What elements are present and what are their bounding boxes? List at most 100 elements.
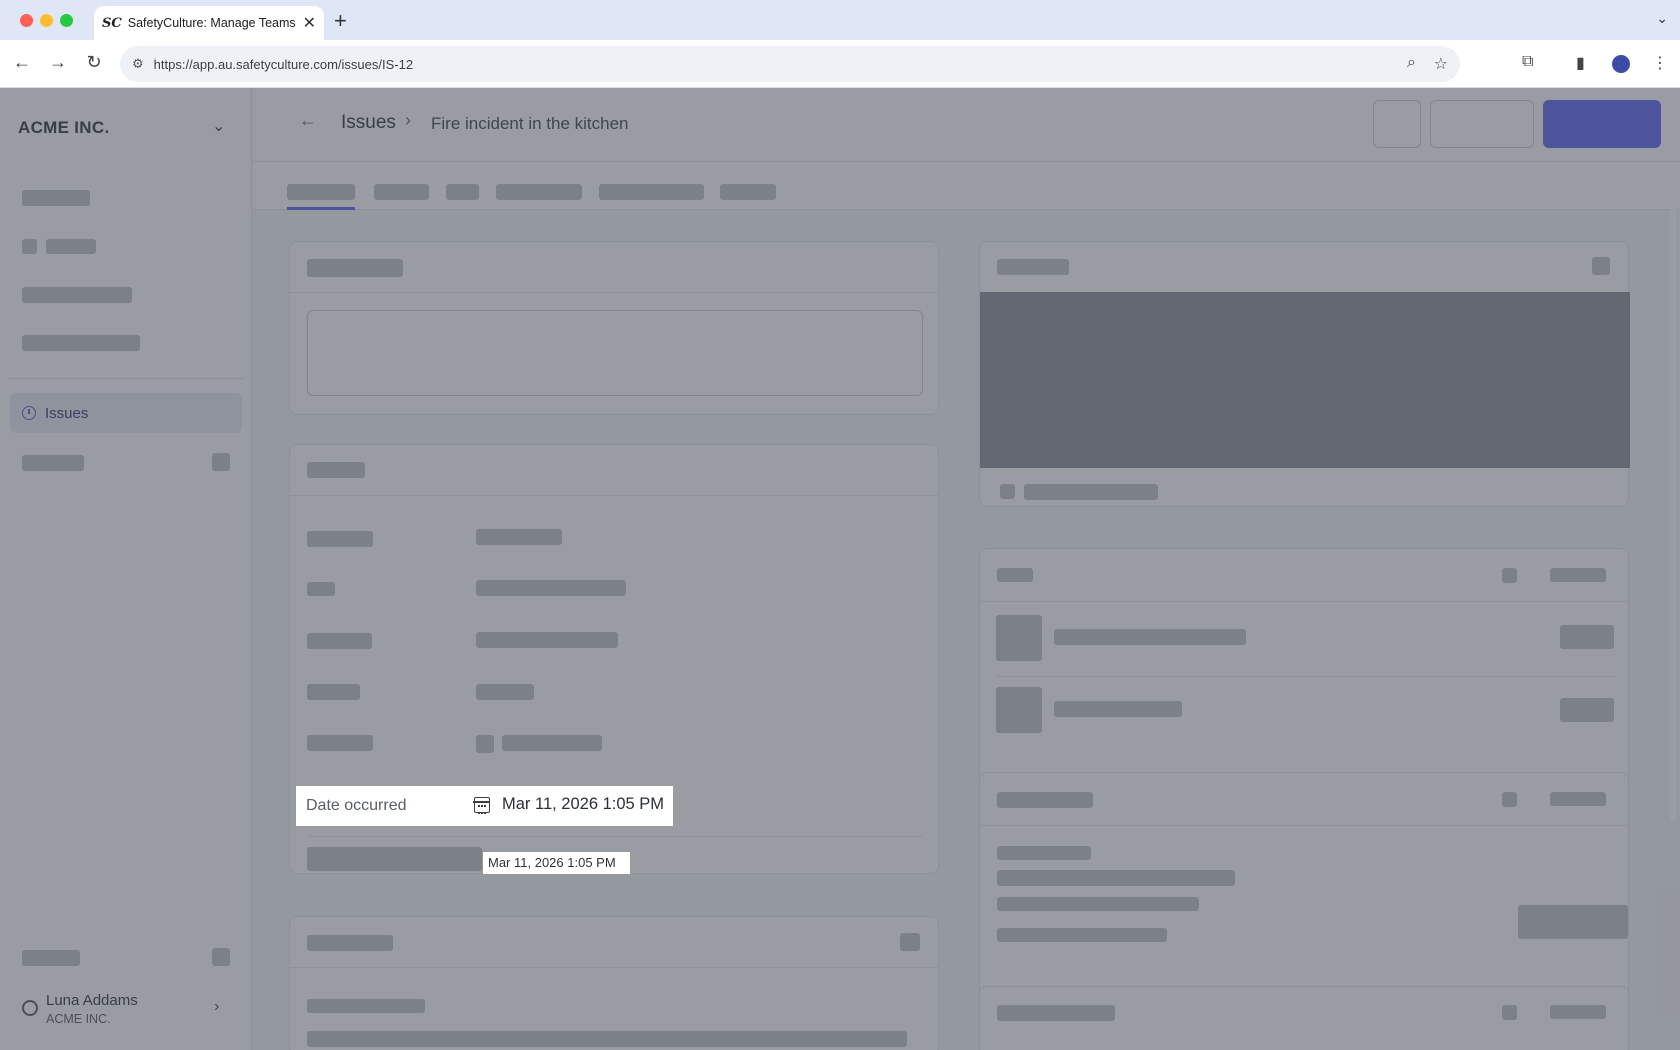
browser-tab[interactable]: SC SafetyCulture: Manage Teams and... ✕ xyxy=(94,6,324,40)
bookmark-star-icon[interactable]: ☆ xyxy=(1434,54,1448,74)
address-bar[interactable]: ⚙ https://app.au.safetyculture.com/issue… xyxy=(120,46,1460,82)
related-line-placeholder xyxy=(997,846,1091,860)
tab-placeholder[interactable] xyxy=(446,184,479,200)
forward-icon[interactable]: → xyxy=(46,52,70,73)
card-action-placeholder-icon[interactable] xyxy=(1592,257,1610,275)
browser-toolbar: ← → ↻ ⚙ https://app.au.safetyculture.com… xyxy=(0,40,1680,88)
media-card xyxy=(979,241,1630,507)
card-divider xyxy=(980,601,1630,602)
sidebar-item-placeholder-icon xyxy=(212,453,230,471)
card-action-placeholder[interactable] xyxy=(1550,792,1606,806)
detail-value-placeholder[interactable] xyxy=(476,529,562,545)
extra-card xyxy=(979,986,1629,1050)
sidebar: ACME INC. ⌄ Issues Luna Addams ACME INC.… xyxy=(0,88,252,1050)
card-divider xyxy=(290,967,940,968)
close-window-button[interactable] xyxy=(20,14,33,27)
issues-icon xyxy=(22,406,36,420)
tab-placeholder[interactable] xyxy=(374,184,429,200)
related-line-placeholder xyxy=(997,928,1167,942)
card-action-placeholder-icon[interactable] xyxy=(1502,1005,1517,1020)
sidebar-item-issues[interactable]: Issues xyxy=(10,393,242,433)
sidebar-item-placeholder[interactable] xyxy=(46,239,96,254)
zoom-icon[interactable]: ⌕ xyxy=(1407,54,1416,72)
description-card xyxy=(289,241,940,415)
profile-avatar-icon[interactable] xyxy=(1612,55,1630,73)
sidebar-item-placeholder[interactable] xyxy=(22,335,140,351)
secondary-action-button[interactable] xyxy=(1430,100,1534,148)
primary-action-button[interactable] xyxy=(1543,100,1661,148)
new-tab-icon[interactable]: + xyxy=(334,8,347,34)
media-caption-placeholder xyxy=(1024,484,1158,500)
sidebar-item-placeholder[interactable] xyxy=(22,455,84,471)
activity-line-placeholder xyxy=(307,1031,907,1047)
calendar-icon xyxy=(473,797,490,814)
card-title-placeholder xyxy=(997,1005,1115,1021)
page-scrollbar[interactable] xyxy=(1670,206,1676,822)
card-action-placeholder[interactable] xyxy=(1550,1005,1606,1019)
sidebar-item-placeholder[interactable] xyxy=(22,950,80,966)
tab-placeholder[interactable] xyxy=(496,184,582,200)
person-name-placeholder xyxy=(1054,701,1182,717)
detail-label-placeholder xyxy=(307,582,335,596)
person-action-placeholder[interactable] xyxy=(1560,625,1614,649)
more-menu-icon[interactable]: ⋮ xyxy=(1652,53,1668,73)
related-action-placeholder[interactable] xyxy=(1518,905,1628,939)
date-occurred-field[interactable]: Date occurred Mar 11, 2026 1:05 PM xyxy=(296,786,673,826)
description-input[interactable] xyxy=(307,310,923,396)
media-caption-icon xyxy=(1000,484,1015,499)
minimize-window-button[interactable] xyxy=(40,14,53,27)
activity-line-placeholder xyxy=(307,999,425,1013)
back-icon[interactable]: ← xyxy=(10,52,34,73)
reload-icon[interactable]: ↻ xyxy=(82,52,106,73)
back-arrow-icon[interactable]: ← xyxy=(299,110,317,131)
card-action-placeholder-icon[interactable] xyxy=(1502,792,1517,807)
detail-label-placeholder xyxy=(307,847,482,871)
tab-search-chevron-icon[interactable]: ⌄ xyxy=(1656,10,1668,27)
safetyculture-favicon-icon: SC xyxy=(102,15,122,31)
page-header: ← Issues › Fire incident in the kitchen xyxy=(253,88,1680,162)
breadcrumb-separator-icon: › xyxy=(405,110,411,130)
breadcrumb-issues[interactable]: Issues xyxy=(341,112,396,134)
sidebar-divider xyxy=(8,378,244,379)
tab-title: SafetyCulture: Manage Teams and... xyxy=(127,16,299,30)
detail-value-placeholder-icon xyxy=(476,735,494,753)
related-line-placeholder xyxy=(997,870,1235,886)
sidebar-item-placeholder[interactable] xyxy=(22,287,132,303)
card-action-placeholder[interactable] xyxy=(1550,568,1606,582)
detail-value-placeholder[interactable] xyxy=(502,735,602,751)
card-action-placeholder-icon[interactable] xyxy=(1502,568,1517,583)
person-action-placeholder[interactable] xyxy=(1560,698,1614,722)
extensions-icon[interactable]: ⧉ xyxy=(1522,53,1533,71)
media-preview[interactable] xyxy=(980,292,1630,468)
detail-value-placeholder[interactable] xyxy=(476,580,626,596)
org-chevron-down-icon[interactable]: ⌄ xyxy=(212,116,225,136)
related-line-placeholder xyxy=(997,897,1199,911)
user-profile-menu[interactable]: Luna Addams ACME INC. › xyxy=(18,990,238,1030)
tab-placeholder[interactable] xyxy=(599,184,704,200)
card-divider xyxy=(980,825,1630,826)
more-actions-button[interactable] xyxy=(1373,100,1421,148)
sidebar-item-placeholder[interactable] xyxy=(22,190,90,206)
detail-value-placeholder[interactable] xyxy=(476,632,618,648)
user-settings-icon xyxy=(22,1000,38,1016)
active-tab-indicator xyxy=(287,207,355,210)
card-title-placeholder xyxy=(997,259,1069,275)
date-occurred-value[interactable]: Mar 11, 2026 1:05 PM xyxy=(502,795,664,814)
card-title-placeholder xyxy=(307,259,403,277)
detail-value-placeholder[interactable] xyxy=(476,684,534,700)
person-avatar xyxy=(996,687,1042,733)
date-tooltip: Mar 11, 2026 1:05 PM xyxy=(482,851,631,875)
browser-tabstrip: SC SafetyCulture: Manage Teams and... ✕ … xyxy=(0,0,1680,40)
detail-label-placeholder xyxy=(307,633,372,649)
activity-card xyxy=(289,916,940,1050)
date-occurred-label: Date occurred xyxy=(306,797,407,814)
card-title-placeholder xyxy=(997,792,1093,808)
tab-placeholder[interactable] xyxy=(720,184,776,200)
close-tab-icon[interactable]: ✕ xyxy=(303,13,316,33)
site-settings-icon[interactable]: ⚙ xyxy=(132,56,144,72)
detail-label-placeholder xyxy=(307,531,373,547)
side-panel-icon[interactable]: ▮ xyxy=(1576,53,1585,73)
maximize-window-button[interactable] xyxy=(60,14,73,27)
card-action-placeholder-icon[interactable] xyxy=(900,933,920,951)
tab-placeholder[interactable] xyxy=(287,184,355,200)
